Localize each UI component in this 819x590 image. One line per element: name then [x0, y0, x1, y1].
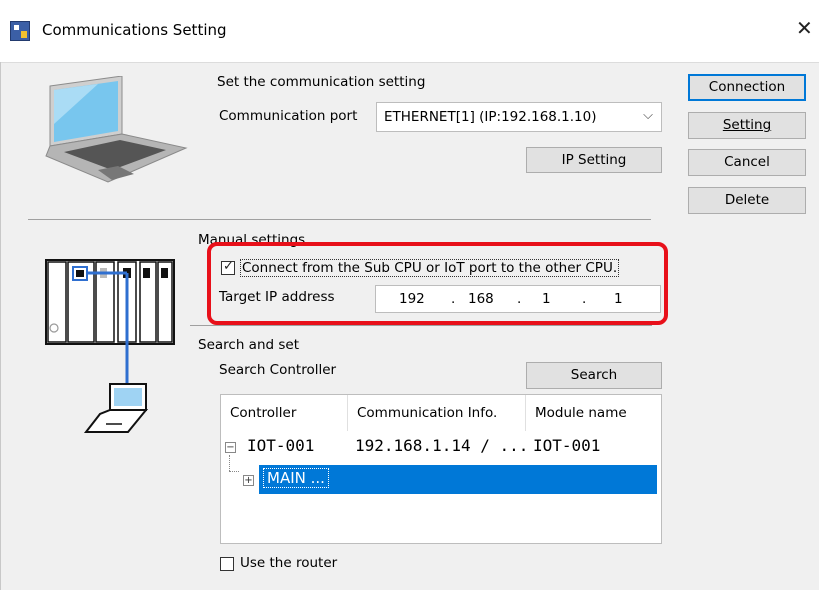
search-button[interactable]: Search [526, 362, 662, 389]
row-module: IOT-001 [533, 436, 601, 455]
controller-table[interactable]: Controller Communication Info. Module na… [220, 394, 662, 544]
delete-button[interactable]: Delete [688, 187, 806, 214]
setting-button[interactable]: Setting [688, 112, 806, 139]
search-controller-label: Search Controller [219, 362, 337, 378]
plc-icon [45, 259, 175, 433]
use-router-checkbox[interactable] [220, 557, 234, 571]
laptop-icon [45, 76, 188, 183]
tree-line-h [229, 471, 239, 473]
section-divider [28, 219, 651, 220]
comm-port-select[interactable]: ETHERNET[1] (IP:192.168.1.10) ⌵ [376, 102, 662, 132]
comm-port-value: ETHERNET[1] (IP:192.168.1.10) [384, 109, 597, 125]
row-info: 192.168.1.14 / ... [355, 436, 529, 455]
cancel-button[interactable]: Cancel [688, 149, 806, 176]
column-header-controller[interactable]: Controller [221, 395, 348, 431]
network-laptop-icon [83, 383, 149, 433]
highlight-box [207, 242, 668, 325]
connection-button[interactable]: Connection [688, 74, 806, 101]
ip-setting-button[interactable]: IP Setting [526, 147, 662, 173]
search-heading: Search and set [198, 337, 299, 353]
tree-line [229, 455, 231, 471]
comm-port-label: Communication port [219, 108, 358, 124]
column-header-module[interactable]: Module name [526, 395, 661, 431]
close-icon[interactable]: ✕ [796, 16, 813, 40]
chevron-down-icon: ⌵ [643, 108, 653, 123]
expand-icon[interactable]: + [243, 475, 254, 486]
window-title: Communications Setting [42, 21, 227, 39]
use-router-label[interactable]: Use the router [240, 555, 337, 571]
app-icon [10, 21, 30, 41]
row-controller-selected: MAIN ... [263, 468, 329, 488]
collapse-icon[interactable]: − [225, 442, 236, 453]
table-row[interactable]: − IOT-001 192.168.1.14 / ... IOT-001 [221, 433, 661, 457]
setting-button-label: Setting [722, 117, 772, 133]
section-divider-2 [190, 325, 652, 326]
comm-heading: Set the communication setting [217, 74, 426, 90]
window-left-border [0, 62, 1, 590]
row-controller: IOT-001 [247, 436, 315, 455]
column-header-info[interactable]: Communication Info. [348, 395, 526, 431]
